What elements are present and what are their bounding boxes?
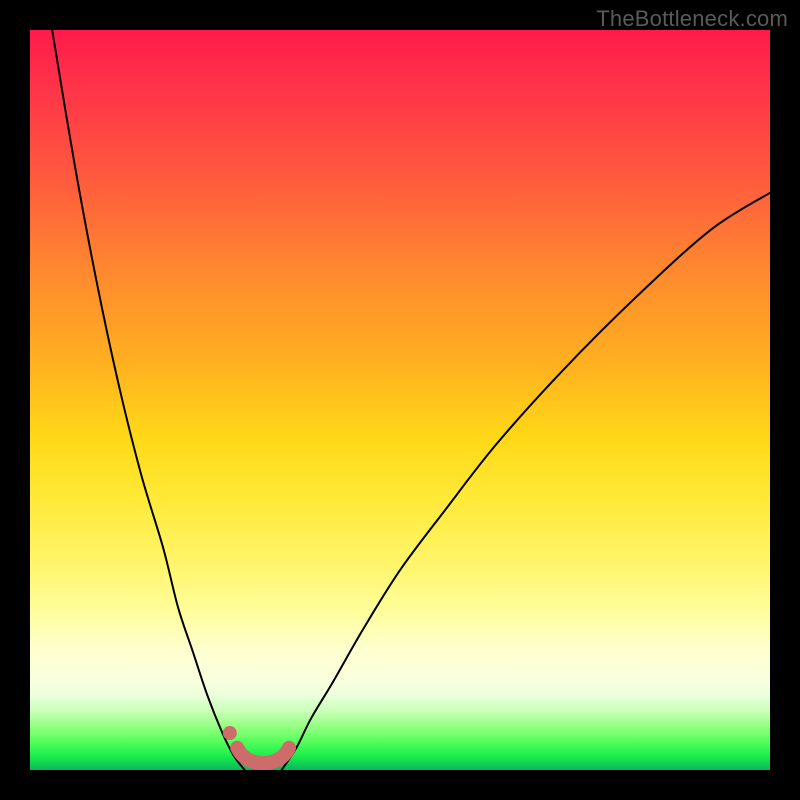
plot-area xyxy=(30,30,770,770)
highlight-flat-segment xyxy=(237,748,289,763)
chart-frame: TheBottleneck.com xyxy=(0,0,800,800)
highlight-dot xyxy=(223,726,237,740)
left-curve xyxy=(52,30,244,770)
right-curve xyxy=(282,193,770,770)
curves-svg xyxy=(30,30,770,770)
attribution-text: TheBottleneck.com xyxy=(596,6,788,32)
